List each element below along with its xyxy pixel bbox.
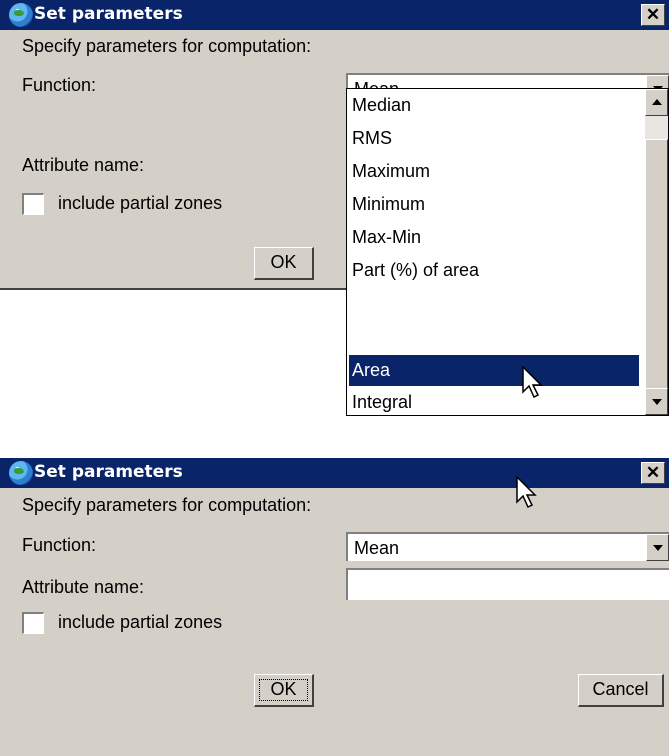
- chevron-down-icon: [653, 545, 663, 551]
- include-partial-zones-checkbox[interactable]: [22, 193, 44, 215]
- attribute-name-input[interactable]: [346, 568, 669, 600]
- include-partial-zones-checkbox[interactable]: [22, 612, 44, 634]
- window-title: Set parameters: [34, 4, 183, 24]
- ok-button[interactable]: OK: [254, 247, 314, 280]
- instructions-label: Specify parameters for computation:: [22, 36, 312, 56]
- attribute-label: Attribute name:: [22, 155, 145, 175]
- list-item-minimum[interactable]: Minimum: [349, 189, 639, 220]
- list-item-area[interactable]: Area: [349, 355, 639, 386]
- function-dropdown-list[interactable]: Median RMS Maximum Minimum Max-Min Part …: [346, 88, 669, 416]
- list-item-part-of-area[interactable]: Part (%) of area: [349, 255, 639, 286]
- scroll-thumb[interactable]: [645, 139, 668, 389]
- dropdown-button[interactable]: [646, 534, 669, 561]
- instructions-label: Specify parameters for computation:: [22, 495, 312, 515]
- function-label: Function:: [22, 75, 97, 95]
- list-item-integral[interactable]: Integral: [349, 387, 639, 418]
- include-partial-zones-label: include partial zones: [58, 612, 223, 632]
- arrow-cursor-icon: [522, 366, 543, 399]
- list-item-rms[interactable]: RMS: [349, 123, 639, 154]
- window-title: Set parameters: [34, 462, 183, 482]
- globe-icon: [9, 461, 33, 485]
- attribute-label: Attribute name:: [22, 577, 145, 597]
- title-bar[interactable]: Set parameters ✕: [0, 458, 669, 488]
- list-item-max-min[interactable]: Max-Min: [349, 222, 639, 253]
- chevron-up-icon: [652, 99, 662, 105]
- ok-button[interactable]: OK: [254, 674, 314, 707]
- function-label: Function:: [22, 535, 97, 555]
- dialog-bottom: Set parameters ✕ Specify parameters for …: [0, 458, 669, 756]
- function-select[interactable]: Mean: [346, 532, 669, 561]
- close-button[interactable]: ✕: [641, 4, 665, 26]
- cancel-button[interactable]: Cancel: [578, 674, 664, 707]
- cancel-button-label: Cancel: [592, 679, 649, 699]
- function-select-value: Mean: [354, 538, 400, 558]
- dropdown-scrollbar[interactable]: [645, 89, 668, 415]
- scroll-up-button[interactable]: [645, 89, 668, 116]
- include-partial-zones-label: include partial zones: [58, 193, 223, 213]
- close-icon: ✕: [645, 5, 661, 24]
- focus-ring: [259, 679, 308, 701]
- chevron-down-icon: [652, 399, 662, 405]
- list-item-median[interactable]: Median: [349, 90, 639, 121]
- close-icon: ✕: [645, 463, 661, 482]
- ok-button-label: OK: [270, 252, 297, 272]
- arrow-cursor-icon: [516, 476, 537, 509]
- title-bar[interactable]: Set parameters ✕: [0, 0, 669, 30]
- globe-icon: [9, 3, 33, 27]
- scroll-down-button[interactable]: [645, 388, 668, 415]
- list-item-maximum[interactable]: Maximum: [349, 156, 639, 187]
- close-button[interactable]: ✕: [641, 462, 665, 484]
